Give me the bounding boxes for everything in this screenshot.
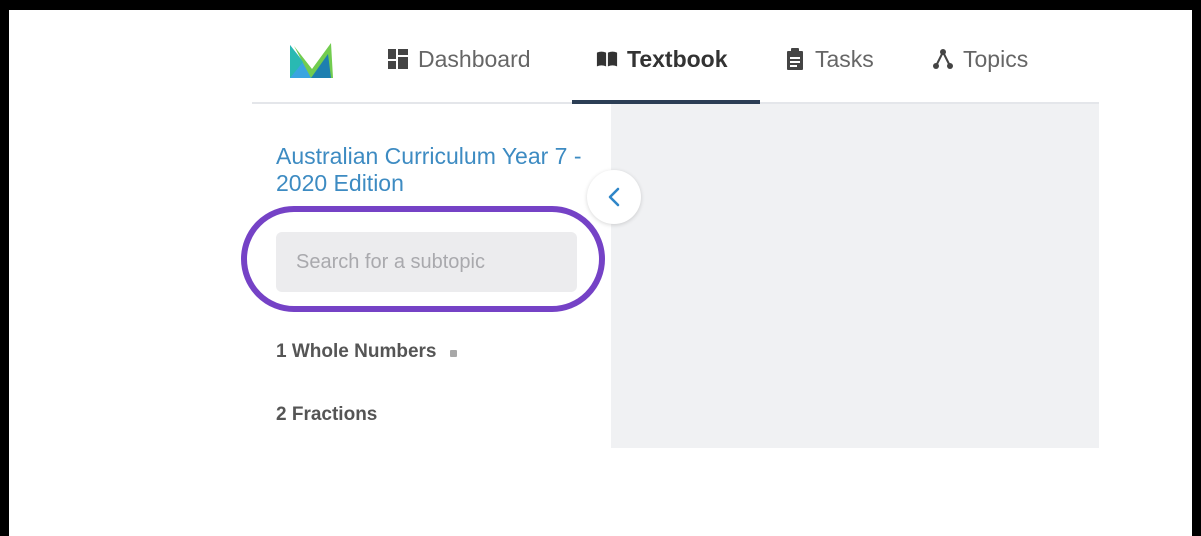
nav-tab-topics[interactable]: Topics xyxy=(932,44,1028,74)
topic-label: 1 Whole Numbers xyxy=(276,341,437,362)
chevron-left-icon xyxy=(608,187,620,207)
nav-tab-label: Dashboard xyxy=(418,45,531,72)
dashboard-icon xyxy=(387,48,409,70)
nav-tab-dashboard[interactable]: Dashboard xyxy=(387,44,531,74)
topics-icon xyxy=(932,48,954,70)
nav-tab-label: Tasks xyxy=(815,45,874,72)
clipboard-icon xyxy=(784,48,806,70)
book-icon xyxy=(596,48,618,70)
subtopic-search-input[interactable] xyxy=(276,232,577,292)
content-panel xyxy=(611,104,1099,448)
collapse-sidebar-button[interactable] xyxy=(587,170,641,224)
topic-label: 2 Fractions xyxy=(276,404,378,425)
topic-indicator-dot xyxy=(450,349,458,357)
topic-item-fractions[interactable]: 2 Fractions xyxy=(276,404,377,426)
nav-tab-label: Textbook xyxy=(627,45,728,72)
app-logo xyxy=(290,43,333,78)
nav-tab-tasks[interactable]: Tasks xyxy=(784,44,874,74)
topic-item-whole-numbers[interactable]: 1 Whole Numbers xyxy=(276,341,458,363)
nav-tab-label: Topics xyxy=(963,45,1029,72)
book-title[interactable]: Australian Curriculum Year 7 - 2020 Edit… xyxy=(276,143,596,197)
nav-tab-textbook[interactable]: Textbook xyxy=(596,44,728,74)
